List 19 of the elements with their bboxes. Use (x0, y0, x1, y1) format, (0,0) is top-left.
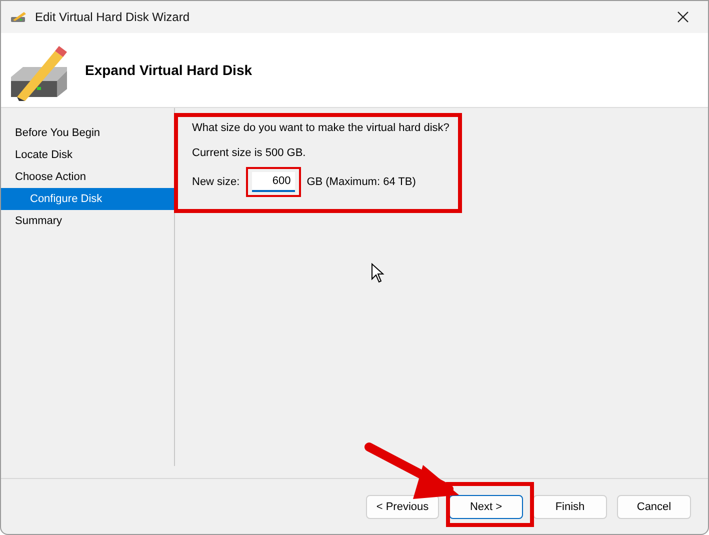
step-item[interactable]: Before You Begin (1, 122, 174, 144)
wizard-button[interactable]: Finish (533, 494, 607, 518)
disk-pencil-icon (11, 11, 27, 23)
wizard-button[interactable]: < Previous (366, 494, 439, 518)
cursor-icon (371, 263, 385, 283)
step-item[interactable]: Locate Disk (1, 144, 174, 166)
window-title: Edit Virtual Hard Disk Wizard (35, 10, 190, 24)
new-size-field[interactable]: 600 (252, 172, 295, 192)
step-item[interactable]: Choose Action (1, 166, 174, 188)
question-text: What size do you want to make the virtual hard disk? (192, 122, 450, 134)
unit-note: GB (Maximum: 64 TB) (306, 176, 416, 188)
step-item[interactable]: Summary (1, 210, 174, 232)
page-heading: Expand Virtual Hard Disk (85, 62, 252, 78)
wizard-button[interactable]: Next > (449, 494, 523, 518)
close-icon (677, 11, 689, 23)
step-item[interactable]: Configure Disk (1, 188, 174, 210)
new-size-label: New size: (192, 176, 240, 188)
wizard-button[interactable]: Cancel (617, 494, 691, 518)
current-size-text: Current size is 500 GB. (192, 147, 307, 159)
